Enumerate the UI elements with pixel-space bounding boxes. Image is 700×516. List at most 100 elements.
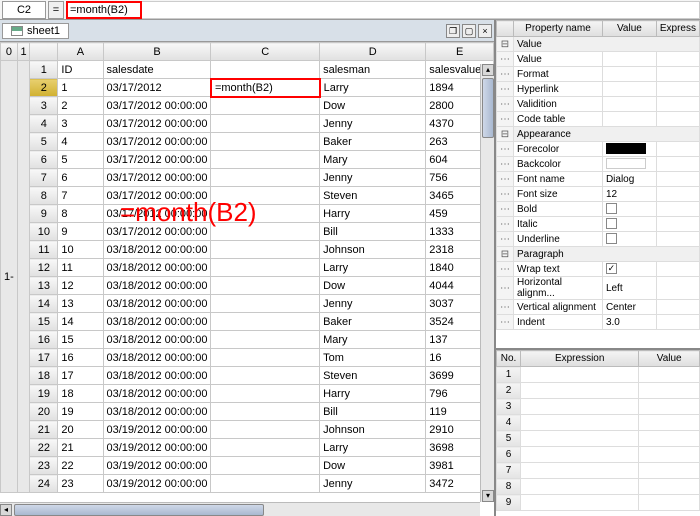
prop-express[interactable] <box>656 142 699 157</box>
prop-express[interactable] <box>656 217 699 232</box>
cell[interactable]: 2 <box>58 97 103 115</box>
prop-express[interactable] <box>656 67 699 82</box>
row-header[interactable]: 12 <box>30 259 58 277</box>
expr-cell[interactable] <box>639 479 700 495</box>
prop-value[interactable] <box>602 157 656 172</box>
prop-value[interactable]: ✓ <box>602 262 656 277</box>
expr-row-no[interactable]: 8 <box>497 479 521 495</box>
scroll-left-icon[interactable]: ◂ <box>0 504 12 516</box>
column-header-A[interactable]: A <box>58 43 103 61</box>
prop-value[interactable] <box>602 82 656 97</box>
column-header-D[interactable]: D <box>320 43 426 61</box>
expr-cell[interactable] <box>521 495 639 511</box>
prop-name[interactable]: Font name <box>514 172 603 187</box>
prop-express[interactable] <box>656 52 699 67</box>
cell[interactable]: 6 <box>58 169 103 187</box>
cell[interactable]: 1 <box>58 79 103 97</box>
prop-name[interactable]: Italic <box>514 217 603 232</box>
prop-name[interactable]: Vertical alignment <box>514 300 603 315</box>
cell[interactable]: 03/18/2012 00:00:00 <box>103 367 211 385</box>
tree-collapse-icon[interactable]: ⊟ <box>497 247 514 262</box>
cell[interactable]: ID <box>58 61 103 79</box>
tree-collapse-icon[interactable]: ⊟ <box>497 127 514 142</box>
expr-cell[interactable] <box>521 399 639 415</box>
color-swatch[interactable] <box>606 143 646 154</box>
prop-value[interactable] <box>602 217 656 232</box>
expr-row-no[interactable]: 4 <box>497 415 521 431</box>
cell[interactable]: 23 <box>58 475 103 493</box>
properties-panel[interactable]: Property nameValueExpress⊟Value⋯Value⋯Fo… <box>496 20 700 330</box>
cell[interactable] <box>211 223 320 241</box>
cell[interactable]: Harry <box>320 385 426 403</box>
cell[interactable]: 20 <box>58 421 103 439</box>
cell[interactable]: 18 <box>58 385 103 403</box>
expr-cell[interactable] <box>639 463 700 479</box>
checkbox[interactable] <box>606 218 617 229</box>
spreadsheet-area[interactable]: =month(B2) 01ABCDE1-1IDsalesdatesalesman… <box>0 42 494 516</box>
cell[interactable]: 03/18/2012 00:00:00 <box>103 349 211 367</box>
row-header[interactable]: 13 <box>30 277 58 295</box>
cell[interactable]: Tom <box>320 349 426 367</box>
cell-reference-box[interactable]: C2 <box>2 1 46 19</box>
cell[interactable] <box>211 277 320 295</box>
prop-value[interactable] <box>602 52 656 67</box>
cell[interactable]: 8 <box>58 205 103 223</box>
cell[interactable]: 03/19/2012 00:00:00 <box>103 475 211 493</box>
prop-name[interactable]: Format <box>514 67 603 82</box>
expr-row-no[interactable]: 7 <box>497 463 521 479</box>
prop-express[interactable] <box>656 187 699 202</box>
cell[interactable]: Jenny <box>320 295 426 313</box>
cell[interactable]: 03/18/2012 00:00:00 <box>103 241 211 259</box>
row-header[interactable]: 20 <box>30 403 58 421</box>
cell[interactable]: Jenny <box>320 475 426 493</box>
cell[interactable]: 03/17/2012 <box>103 79 211 97</box>
cell[interactable]: 03/19/2012 00:00:00 <box>103 439 211 457</box>
cell[interactable]: Bill <box>320 403 426 421</box>
expr-cell[interactable] <box>639 415 700 431</box>
scroll-thumb-horizontal[interactable] <box>14 504 264 516</box>
cell[interactable]: 03/19/2012 00:00:00 <box>103 457 211 475</box>
restore-window-icon[interactable]: ❐ <box>446 24 460 38</box>
sheet-tab[interactable]: sheet1 <box>2 23 69 39</box>
cell[interactable]: 17 <box>58 367 103 385</box>
prop-value[interactable] <box>602 97 656 112</box>
prop-express[interactable] <box>656 97 699 112</box>
cell[interactable]: 10 <box>58 241 103 259</box>
cell[interactable]: Dow <box>320 97 426 115</box>
expr-cell[interactable] <box>521 447 639 463</box>
prop-name[interactable]: Indent <box>514 315 603 330</box>
prop-express[interactable] <box>656 277 699 300</box>
prop-value[interactable] <box>602 232 656 247</box>
row-header[interactable]: 21 <box>30 421 58 439</box>
prop-name[interactable]: Underline <box>514 232 603 247</box>
cell[interactable] <box>211 241 320 259</box>
cell[interactable]: Steven <box>320 367 426 385</box>
prop-value[interactable] <box>602 142 656 157</box>
row-header[interactable]: 2 <box>30 79 58 97</box>
row-header[interactable]: 7 <box>30 169 58 187</box>
cell[interactable]: Johnson <box>320 241 426 259</box>
scroll-up-icon[interactable]: ▴ <box>482 64 494 76</box>
expr-row-no[interactable]: 6 <box>497 447 521 463</box>
prop-group[interactable]: Value <box>514 37 700 52</box>
cell[interactable]: Dow <box>320 457 426 475</box>
cell[interactable]: 22 <box>58 457 103 475</box>
prop-value[interactable] <box>602 112 656 127</box>
cell[interactable] <box>211 169 320 187</box>
row-header[interactable]: 3 <box>30 97 58 115</box>
cell[interactable] <box>211 457 320 475</box>
cell[interactable] <box>211 61 320 79</box>
cell[interactable]: Steven <box>320 187 426 205</box>
row-header[interactable]: 5 <box>30 133 58 151</box>
prop-value[interactable] <box>602 202 656 217</box>
cell[interactable]: 03/18/2012 00:00:00 <box>103 259 211 277</box>
prop-name[interactable]: Hyperlink <box>514 82 603 97</box>
expr-cell[interactable] <box>521 367 639 383</box>
checkbox[interactable] <box>606 233 617 244</box>
cell[interactable] <box>211 385 320 403</box>
cell[interactable]: 3 <box>58 115 103 133</box>
row-header[interactable]: 24 <box>30 475 58 493</box>
cell[interactable] <box>211 151 320 169</box>
color-swatch[interactable] <box>606 158 646 169</box>
cell[interactable] <box>211 205 320 223</box>
